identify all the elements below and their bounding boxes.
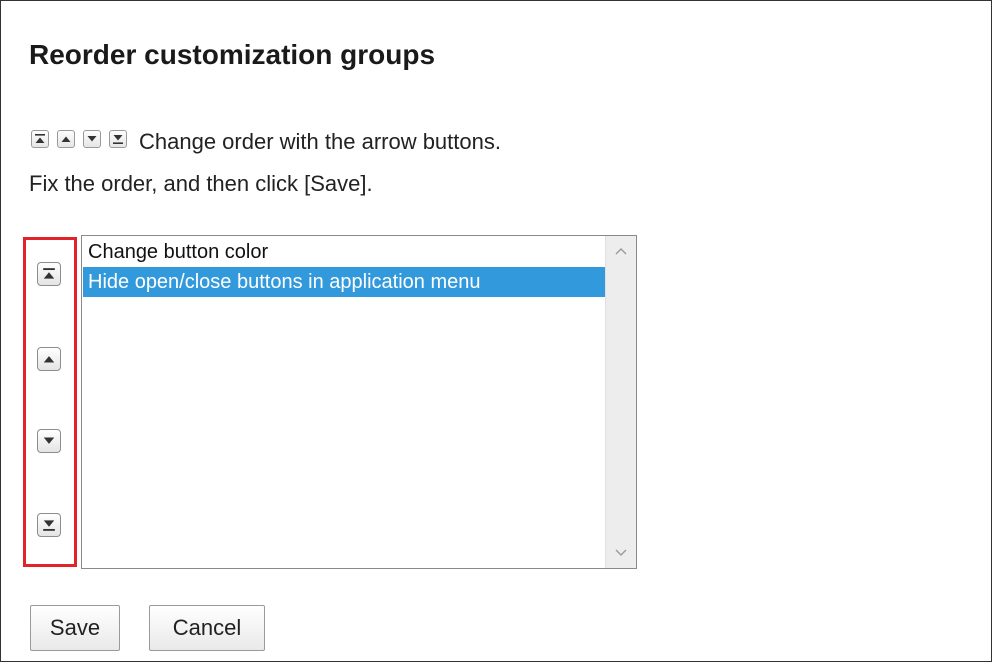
chevron-down-icon (614, 548, 628, 558)
reorder-buttons-highlight (23, 237, 77, 567)
hint-text-1: Change order with the arrow buttons. (139, 129, 501, 154)
hint-text-2: Fix the order, and then click [Save]. (29, 171, 373, 196)
customization-groups-listbox[interactable]: Change button color Hide open/close butt… (81, 235, 637, 569)
move-to-top-icon (31, 130, 49, 148)
move-to-top-button[interactable] (37, 262, 61, 286)
move-to-top-icon (42, 267, 56, 281)
listbox-items: Change button color Hide open/close butt… (83, 237, 606, 297)
dialog-frame: Reorder customization groups Change orde… (0, 0, 992, 662)
page-title: Reorder customization groups (29, 39, 436, 70)
move-down-button[interactable] (37, 429, 61, 453)
list-item-selected[interactable]: Hide open/close buttons in application m… (83, 267, 606, 297)
move-up-icon (57, 130, 75, 148)
move-down-icon (83, 130, 101, 148)
move-to-bottom-icon (42, 518, 56, 532)
scroll-up-arrow[interactable] (606, 238, 636, 264)
chevron-up-icon (614, 246, 628, 256)
cancel-button[interactable]: Cancel (149, 605, 265, 651)
move-up-button[interactable] (37, 347, 61, 371)
move-up-icon (42, 352, 56, 366)
move-to-bottom-button[interactable] (37, 513, 61, 537)
move-down-icon (42, 434, 56, 448)
save-button[interactable]: Save (30, 605, 120, 651)
move-to-bottom-icon (109, 130, 127, 148)
scroll-down-arrow[interactable] (606, 540, 636, 566)
hint-line-1: Change order with the arrow buttons. (31, 123, 501, 155)
list-item[interactable]: Change button color (83, 237, 606, 267)
listbox-scrollbar[interactable] (605, 236, 636, 568)
